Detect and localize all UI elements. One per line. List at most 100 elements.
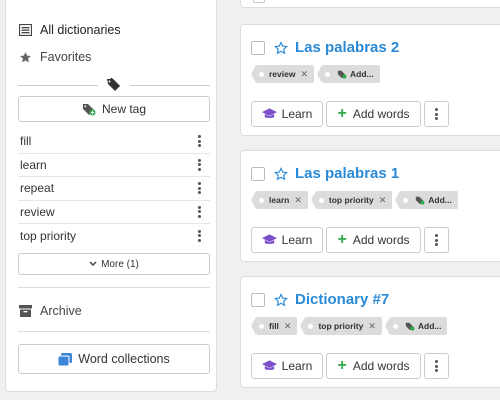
- archive-icon: [18, 304, 32, 318]
- add-tag-label: Add...: [417, 321, 442, 331]
- star-outline-icon[interactable]: [274, 292, 288, 307]
- add-words-label: Add words: [352, 107, 410, 121]
- remove-tag-icon[interactable]: ✕: [284, 321, 292, 332]
- tag-chip-label: learn: [269, 195, 290, 205]
- more-vertical-icon[interactable]: [194, 229, 204, 243]
- card-header: Las palabras 2: [251, 39, 399, 56]
- nav-label: Favorites: [40, 50, 92, 64]
- dictionary-title[interactable]: Las palabras 2: [295, 39, 399, 56]
- tag-label: repeat: [20, 181, 55, 196]
- new-tag-button[interactable]: New tag: [18, 96, 210, 122]
- dictionary-card: Dictionary #7 fill ✕ top priority ✕ Add.…: [240, 276, 500, 388]
- tag-chip[interactable]: top priority ✕: [310, 191, 393, 209]
- tag-item-repeat[interactable]: repeat: [18, 177, 210, 201]
- learn-button[interactable]: Learn: [251, 101, 323, 127]
- tag-item-top-priority[interactable]: top priority: [18, 224, 210, 248]
- card-menu-button[interactable]: [424, 101, 449, 127]
- more-vertical-icon: [432, 359, 442, 373]
- tag-label: learn: [20, 157, 47, 172]
- card-menu-button[interactable]: [424, 353, 449, 379]
- nav-label: Archive: [40, 304, 82, 318]
- plus-icon: +: [337, 357, 347, 374]
- graduation-cap-icon: [261, 108, 277, 120]
- card-header: Las palabras 1: [251, 165, 399, 182]
- chevron-down-icon: [89, 260, 97, 269]
- star-icon: [18, 50, 32, 64]
- dictionary-card: Las palabras 1 learn ✕ top priority ✕ Ad…: [240, 150, 500, 262]
- nav-archive[interactable]: Archive: [18, 304, 82, 318]
- list-icon: [18, 23, 32, 37]
- learn-button[interactable]: Learn: [251, 353, 323, 379]
- card-tags: learn ✕ top priority ✕ Add...: [251, 191, 466, 209]
- checkbox[interactable]: [253, 0, 265, 3]
- card-actions: Learn + Add words: [251, 353, 452, 379]
- more-vertical-icon[interactable]: [194, 134, 204, 148]
- remove-tag-icon[interactable]: ✕: [379, 195, 387, 206]
- tag-label: fill: [20, 134, 32, 149]
- learn-label: Learn: [281, 233, 313, 247]
- star-outline-icon[interactable]: [274, 40, 288, 55]
- learn-button[interactable]: Learn: [251, 227, 323, 253]
- add-tag-chip[interactable]: Add...: [317, 65, 380, 83]
- dictionary-title[interactable]: Dictionary #7: [295, 291, 389, 308]
- plus-icon: +: [337, 105, 347, 122]
- word-collections-button[interactable]: Word collections: [18, 344, 210, 374]
- tag-add-icon: [337, 70, 347, 79]
- tags-divider: [18, 78, 210, 92]
- divider: [18, 287, 210, 288]
- card-header: Dictionary #7: [251, 291, 389, 308]
- card-menu-button[interactable]: [424, 227, 449, 253]
- tag-add-icon: [415, 196, 425, 205]
- card-tags: review ✕ Add...: [250, 65, 388, 83]
- more-tags-button[interactable]: More (1): [18, 253, 210, 275]
- add-words-button[interactable]: + Add words: [326, 101, 421, 127]
- tag-add-icon: [82, 103, 96, 116]
- tag-label: top priority: [20, 228, 77, 243]
- tag-chip[interactable]: learn ✕: [251, 191, 308, 209]
- tag-item-learn[interactable]: learn: [18, 154, 210, 177]
- tag-item-fill[interactable]: fill: [18, 130, 210, 154]
- nav-label: All dictionaries: [40, 23, 121, 37]
- add-words-label: Add words: [352, 359, 410, 373]
- select-checkbox[interactable]: [251, 292, 265, 307]
- add-words-button[interactable]: + Add words: [326, 227, 421, 253]
- nav-favorites[interactable]: Favorites: [18, 50, 91, 64]
- sidebar: All dictionaries Favorites New tag fill …: [5, 0, 217, 392]
- tags-icon: [106, 78, 122, 92]
- tag-chip[interactable]: top priority ✕: [300, 317, 382, 335]
- divider: [18, 331, 210, 332]
- tag-chip-label: top priority: [328, 195, 374, 205]
- more-vertical-icon[interactable]: [194, 205, 204, 219]
- more-vertical-icon[interactable]: [194, 158, 204, 172]
- add-tag-chip[interactable]: Add...: [395, 191, 458, 209]
- tag-chip-label: review: [269, 69, 296, 79]
- more-vertical-icon: [432, 107, 442, 121]
- word-collections-label: Word collections: [78, 352, 170, 366]
- tag-chip[interactable]: fill ✕: [250, 317, 298, 335]
- learn-label: Learn: [281, 107, 313, 121]
- nav-all-dictionaries[interactable]: All dictionaries: [18, 23, 121, 37]
- tag-list: fill learn repeat review top priority: [18, 130, 210, 248]
- card-tags: fill ✕ top priority ✕ Add...: [250, 317, 455, 335]
- tag-add-icon: [405, 322, 415, 331]
- remove-tag-icon[interactable]: ✕: [300, 69, 308, 80]
- select-checkbox[interactable]: [251, 40, 265, 55]
- add-tag-chip[interactable]: Add...: [384, 317, 448, 335]
- dictionary-title[interactable]: Las palabras 1: [295, 165, 399, 182]
- select-checkbox[interactable]: [251, 166, 265, 181]
- star-outline-icon[interactable]: [274, 166, 288, 181]
- tag-chip[interactable]: review ✕: [250, 65, 315, 83]
- remove-tag-icon[interactable]: ✕: [368, 321, 376, 332]
- more-vertical-icon[interactable]: [194, 181, 204, 195]
- add-words-label: Add words: [352, 233, 410, 247]
- add-words-button[interactable]: + Add words: [326, 353, 421, 379]
- tag-chip-label: fill: [269, 321, 279, 331]
- learn-label: Learn: [281, 359, 313, 373]
- tag-item-review[interactable]: review: [18, 201, 210, 224]
- card-actions: Learn + Add words: [251, 227, 452, 253]
- graduation-cap-icon: [261, 234, 277, 246]
- graduation-cap-icon: [261, 360, 277, 372]
- collections-icon: [58, 352, 73, 366]
- remove-tag-icon[interactable]: ✕: [294, 195, 302, 206]
- tag-chip-label: top priority: [318, 321, 364, 331]
